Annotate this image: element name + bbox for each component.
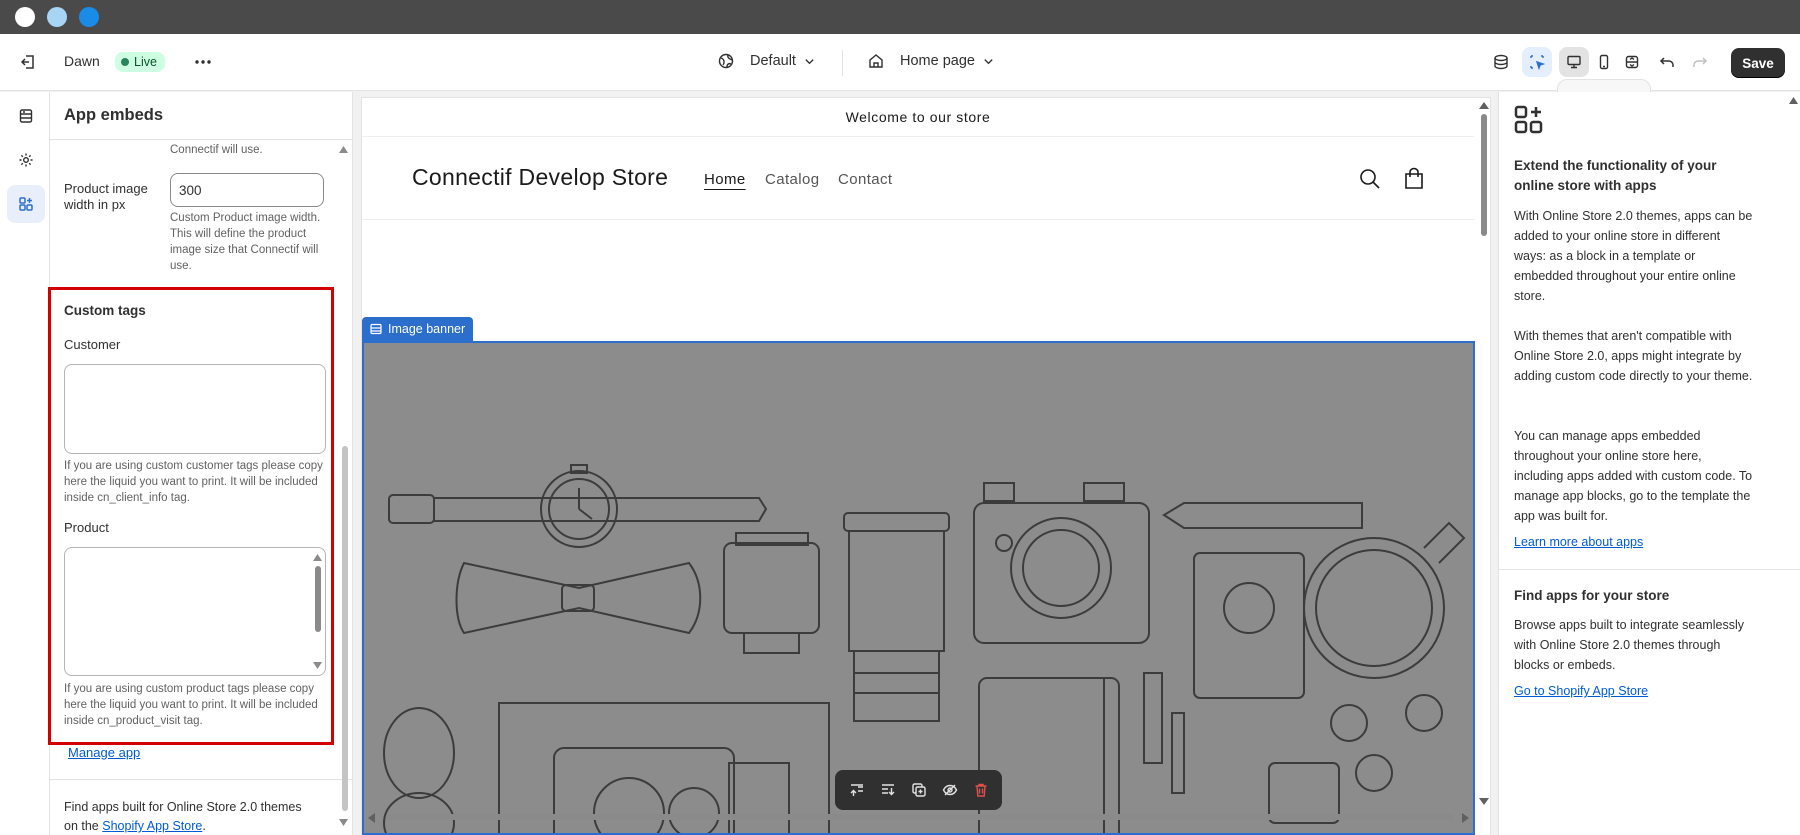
- banner-illustration: [383, 464, 1466, 833]
- section-icon: [370, 323, 382, 335]
- save-button[interactable]: Save: [1731, 48, 1785, 78]
- panel-title: App embeds: [64, 106, 164, 124]
- more-actions-icon[interactable]: [188, 47, 218, 77]
- home-icon: [869, 54, 883, 68]
- info-paragraph-1: With Online Store 2.0 themes, apps can b…: [1514, 209, 1753, 303]
- footer-divider: [50, 779, 352, 780]
- window-minimize-dot[interactable]: [47, 7, 67, 27]
- editor-header: Dawn Live Default Home page: [0, 34, 1800, 115]
- preview-hscrollbar-thumb[interactable]: [386, 814, 1454, 820]
- scroll-down-icon[interactable]: [339, 819, 348, 826]
- scroll-up-icon[interactable]: [339, 146, 348, 153]
- theme-name: Dawn: [64, 53, 100, 69]
- learn-more-apps-link[interactable]: Learn more about apps: [1514, 535, 1643, 549]
- image-banner-tag[interactable]: Image banner: [362, 317, 474, 341]
- redo-icon[interactable]: [1685, 47, 1715, 77]
- product-image-width-help: Custom Product image width. This will de…: [170, 212, 321, 272]
- mobile-view-icon[interactable]: [1589, 47, 1619, 77]
- manage-app-link[interactable]: Manage app: [68, 745, 140, 760]
- live-badge-label: Live: [134, 55, 157, 69]
- exit-icon[interactable]: [13, 47, 43, 77]
- app-embeds-icon[interactable]: [7, 185, 45, 223]
- image-banner[interactable]: [362, 341, 1475, 835]
- search-icon[interactable]: [1359, 168, 1381, 190]
- find-apps-heading: Find apps for your store: [1514, 588, 1670, 603]
- nav-catalog[interactable]: Catalog: [765, 171, 820, 188]
- live-dot-icon: [121, 58, 129, 66]
- cart-icon[interactable]: [1403, 167, 1425, 191]
- previous-field-help: Connectif will use.: [170, 144, 263, 156]
- announcement-bar: Welcome to our store: [362, 98, 1474, 137]
- preview-vertical-scrollbar[interactable]: [1478, 98, 1490, 810]
- extend-heading: Extend the functionality of your online …: [1514, 158, 1717, 193]
- product-image-width-label: Product image width in px: [64, 181, 148, 212]
- page-selector[interactable]: Home page: [868, 53, 994, 69]
- fullscreen-view-icon[interactable]: [1617, 47, 1647, 77]
- store-preview: Welcome to our store Connectif Develop S…: [362, 98, 1490, 835]
- find-apps-text: Browse apps built to integrate seamlessl…: [1514, 618, 1744, 672]
- header-divider: [842, 50, 843, 76]
- page-selector-label: Home page: [900, 53, 975, 69]
- template-selector-label: Default: [750, 53, 796, 69]
- chevron-down-icon: [805, 58, 814, 64]
- find-apps-suffix: .: [202, 819, 206, 833]
- left-rail: [0, 92, 50, 835]
- go-to-app-store-link[interactable]: Go to Shopify App Store: [1514, 684, 1648, 698]
- info-paragraph-2: With themes that aren't compatible with …: [1514, 329, 1753, 383]
- highlight-box: [48, 287, 334, 745]
- scroll-left-icon[interactable]: [368, 813, 375, 823]
- title-divider: [50, 139, 352, 140]
- inspector-toggle-icon[interactable]: [1522, 47, 1552, 77]
- delete-trash-icon[interactable]: [973, 782, 989, 798]
- product-image-width-input[interactable]: [170, 173, 324, 207]
- sections-icon[interactable]: [7, 97, 45, 135]
- window-maximize-dot[interactable]: [79, 7, 99, 27]
- duplicate-icon[interactable]: [911, 782, 927, 798]
- os-title-bar: [0, 0, 1800, 34]
- theme-settings-gear-icon[interactable]: [7, 141, 45, 179]
- scroll-down-icon[interactable]: [1479, 798, 1489, 805]
- globe-icon: [718, 53, 734, 69]
- live-badge: Live: [115, 52, 165, 72]
- store-logo-text[interactable]: Connectif Develop Store: [412, 164, 668, 191]
- template-selector[interactable]: Default: [718, 53, 815, 69]
- app-database-icon[interactable]: [1486, 47, 1516, 77]
- header-divider: [362, 219, 1474, 220]
- find-apps-footer: Find apps built for Online Store 2.0 the…: [64, 798, 304, 835]
- scroll-up-icon[interactable]: [1789, 97, 1798, 104]
- section-toolbar: [835, 770, 1002, 810]
- hide-eye-icon[interactable]: [942, 782, 958, 798]
- nav-home[interactable]: Home: [704, 171, 746, 188]
- info-paragraph-3: You can manage apps embedded throughout …: [1514, 429, 1753, 523]
- desktop-view-icon[interactable]: [1559, 47, 1589, 77]
- right-panel-divider: [1499, 569, 1800, 570]
- preview-horizontal-scrollbar[interactable]: [362, 811, 1478, 823]
- move-up-icon[interactable]: [849, 782, 865, 798]
- nav-contact[interactable]: Contact: [838, 171, 893, 188]
- app-info-panel: Extend the functionality of your online …: [1498, 92, 1800, 835]
- undo-icon[interactable]: [1652, 47, 1682, 77]
- scroll-right-icon[interactable]: [1462, 813, 1469, 823]
- move-down-icon[interactable]: [880, 782, 896, 798]
- shopify-app-store-link[interactable]: Shopify App Store: [102, 819, 202, 833]
- scroll-up-icon[interactable]: [1479, 102, 1489, 109]
- apps-add-icon: [1514, 105, 1543, 134]
- chevron-down-icon: [984, 58, 993, 64]
- image-banner-label: Image banner: [388, 322, 466, 336]
- preview-scrollbar-thumb[interactable]: [1481, 114, 1487, 236]
- window-close-dot[interactable]: [15, 7, 35, 27]
- sidebar-scrollbar-thumb[interactable]: [342, 446, 348, 811]
